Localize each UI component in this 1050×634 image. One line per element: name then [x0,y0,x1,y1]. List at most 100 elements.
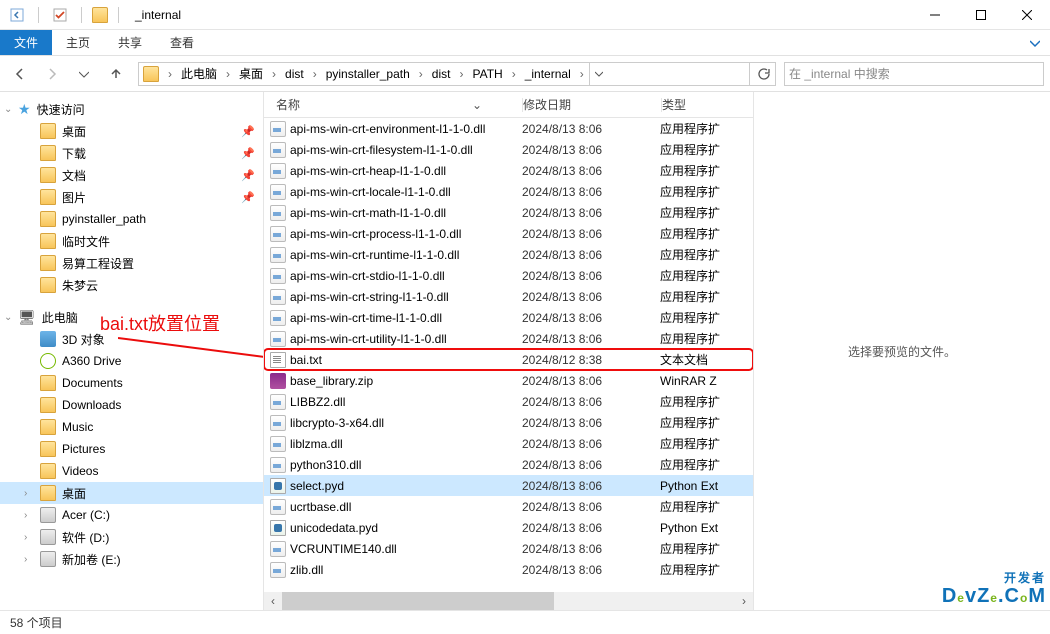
file-name: bai.txt [290,353,522,367]
sidebar-item[interactable]: ›软件 (D:) [0,526,263,548]
horizontal-scrollbar[interactable]: ‹ › [264,592,753,610]
breadcrumb-seg[interactable]: dist [281,63,308,85]
breadcrumb-seg[interactable]: PATH [468,63,506,85]
dll-icon [270,310,286,326]
file-name: select.pyd [290,479,522,493]
file-row[interactable]: api-ms-win-crt-filesystem-l1-1-0.dll2024… [264,139,753,160]
chevron-right-icon[interactable]: › [308,63,322,85]
breadcrumb-seg[interactable]: dist [428,63,455,85]
sidebar-item[interactable]: 下载📌 [0,142,263,164]
column-name[interactable]: 名称 ⌄ [264,96,522,113]
expand-icon[interactable]: › [24,532,27,543]
address-dropdown-button[interactable] [589,63,609,85]
refresh-button[interactable] [749,63,775,85]
file-row[interactable]: unicodedata.pyd2024/8/13 8:06Python Ext [264,517,753,538]
file-row[interactable]: VCRUNTIME140.dll2024/8/13 8:06应用程序扩 [264,538,753,559]
file-row[interactable]: api-ms-win-crt-process-l1-1-0.dll2024/8/… [264,223,753,244]
file-row[interactable]: bai.txt2024/8/12 8:38文本文档 [264,349,753,370]
file-row[interactable]: python310.dll2024/8/13 8:06应用程序扩 [264,454,753,475]
chevron-right-icon[interactable]: › [454,63,468,85]
sidebar-item[interactable]: 文档📌 [0,164,263,186]
search-input[interactable]: 在 _internal 中搜索 [784,62,1044,86]
nav-back-button[interactable] [6,60,34,88]
sidebar-item[interactable]: Videos [0,460,263,482]
sidebar-item[interactable]: pyinstaller_path [0,208,263,230]
nav-recent-button[interactable] [70,60,98,88]
file-row[interactable]: api-ms-win-crt-locale-l1-1-0.dll2024/8/1… [264,181,753,202]
nav-forward-button[interactable] [38,60,66,88]
file-row[interactable]: api-ms-win-crt-string-l1-1-0.dll2024/8/1… [264,286,753,307]
sidebar-quick-access[interactable]: ⌄ ★ 快速访问 [0,98,263,120]
chevron-right-icon[interactable]: › [414,63,428,85]
chevron-right-icon[interactable]: › [267,63,281,85]
sidebar-item[interactable]: ›桌面 [0,482,263,504]
file-row[interactable]: LIBBZ2.dll2024/8/13 8:06应用程序扩 [264,391,753,412]
file-row[interactable]: api-ms-win-crt-utility-l1-1-0.dll2024/8/… [264,328,753,349]
nav-up-button[interactable] [102,60,130,88]
chevron-right-icon[interactable]: › [221,63,235,85]
file-row[interactable]: libcrypto-3-x64.dll2024/8/13 8:06应用程序扩 [264,412,753,433]
sidebar-item[interactable]: Documents [0,372,263,394]
breadcrumb-seg[interactable]: 此电脑 [177,63,221,85]
qat-back-icon[interactable] [6,4,28,26]
expand-icon[interactable]: ⌄ [4,104,12,115]
file-row[interactable]: ucrtbase.dll2024/8/13 8:06应用程序扩 [264,496,753,517]
file-date: 2024/8/13 8:06 [522,185,660,199]
maximize-button[interactable] [958,0,1004,30]
tab-home[interactable]: 主页 [52,30,104,55]
qat-check-icon[interactable] [49,4,71,26]
scroll-thumb[interactable] [282,592,554,610]
sidebar-item[interactable]: Music [0,416,263,438]
file-row[interactable]: api-ms-win-crt-stdio-l1-1-0.dll2024/8/13… [264,265,753,286]
expand-icon[interactable]: › [24,510,27,521]
file-row[interactable]: select.pyd2024/8/13 8:06Python Ext [264,475,753,496]
breadcrumb-seg[interactable]: _internal [521,63,575,85]
expand-icon[interactable]: › [24,554,27,565]
chevron-right-icon[interactable]: › [507,63,521,85]
folder-icon [40,145,56,161]
file-name: api-ms-win-crt-heap-l1-1-0.dll [290,164,522,178]
sidebar-item[interactable]: 图片📌 [0,186,263,208]
tab-file[interactable]: 文件 [0,30,52,55]
breadcrumb-seg[interactable]: 桌面 [235,63,267,85]
file-row[interactable]: api-ms-win-crt-math-l1-1-0.dll2024/8/13 … [264,202,753,223]
sidebar-item[interactable]: Pictures [0,438,263,460]
column-type[interactable]: 类型 [662,96,753,113]
sidebar-item[interactable]: 朱梦云 [0,274,263,296]
tab-view[interactable]: 查看 [156,30,208,55]
scroll-right-button[interactable]: › [735,592,753,610]
expand-icon[interactable]: › [24,488,27,499]
ribbon-expand-button[interactable] [1020,30,1050,55]
sidebar-item[interactable]: Downloads [0,394,263,416]
chevron-right-icon[interactable]: › [163,63,177,85]
sidebar-item[interactable]: 临时文件 [0,230,263,252]
minimize-button[interactable] [912,0,958,30]
sidebar-item[interactable]: ›新加卷 (E:) [0,548,263,570]
drive-icon [40,529,56,545]
file-date: 2024/8/13 8:06 [522,164,660,178]
file-row[interactable]: api-ms-win-crt-time-l1-1-0.dll2024/8/13 … [264,307,753,328]
file-row[interactable]: base_library.zip2024/8/13 8:06WinRAR Z [264,370,753,391]
address-bar[interactable]: › 此电脑›桌面›dist›pyinstaller_path›dist›PATH… [138,62,776,86]
sidebar-item[interactable]: 桌面📌 [0,120,263,142]
folder-icon [40,211,56,227]
file-row[interactable]: api-ms-win-crt-runtime-l1-1-0.dll2024/8/… [264,244,753,265]
ribbon-tabs: 文件 主页 共享 查看 [0,30,1050,56]
file-rows[interactable]: api-ms-win-crt-environment-l1-1-0.dll202… [264,118,753,592]
sidebar[interactable]: ⌄ ★ 快速访问 桌面📌下载📌文档📌图片📌pyinstaller_path临时文… [0,92,264,610]
breadcrumb-seg[interactable]: pyinstaller_path [322,63,414,85]
folder-icon [40,485,56,501]
sidebar-item[interactable]: ›Acer (C:) [0,504,263,526]
file-row[interactable]: liblzma.dll2024/8/13 8:06应用程序扩 [264,433,753,454]
file-row[interactable]: api-ms-win-crt-environment-l1-1-0.dll202… [264,118,753,139]
file-row[interactable]: zlib.dll2024/8/13 8:06应用程序扩 [264,559,753,580]
expand-icon[interactable]: ⌄ [4,312,12,323]
sidebar-item[interactable]: 易算工程设置 [0,252,263,274]
file-row[interactable]: api-ms-win-crt-heap-l1-1-0.dll2024/8/13 … [264,160,753,181]
tab-share[interactable]: 共享 [104,30,156,55]
column-date[interactable]: 修改日期 [523,96,661,113]
file-date: 2024/8/13 8:06 [522,395,660,409]
scroll-left-button[interactable]: ‹ [264,592,282,610]
close-button[interactable] [1004,0,1050,30]
chevron-right-icon[interactable]: › [575,63,589,85]
